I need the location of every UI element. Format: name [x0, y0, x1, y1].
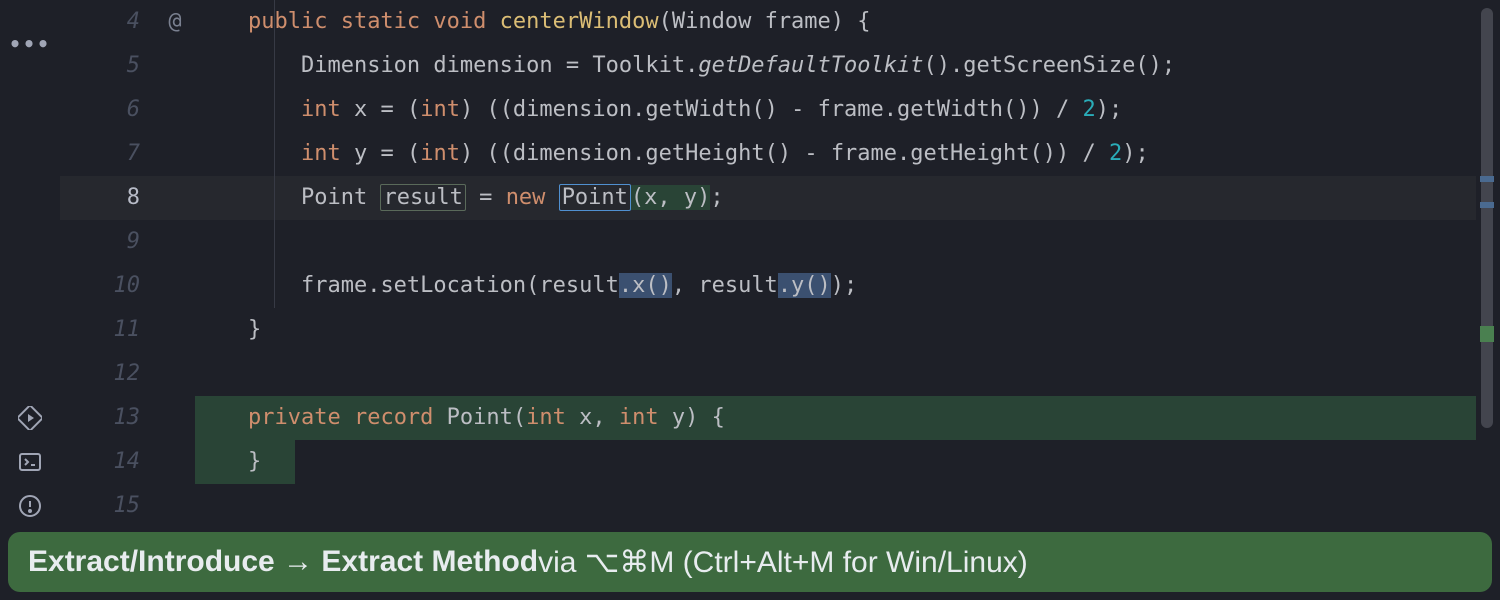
hint-shortcut: via ⌥⌘M (Ctrl+Alt+M for Win/Linux): [538, 545, 1028, 580]
code-line-14[interactable]: }: [195, 440, 1476, 484]
line-num-15[interactable]: 15: [60, 484, 160, 528]
run-icon[interactable]: [16, 404, 44, 432]
selection: .y(): [778, 273, 831, 298]
selection: .x(): [619, 273, 672, 298]
line-num-4[interactable]: 4: [60, 0, 160, 44]
hint-action: Extract/Introduce → Extract Method: [28, 545, 538, 579]
code-line-11[interactable]: }: [195, 308, 1476, 352]
scrollbar-marker[interactable]: [1480, 326, 1494, 342]
code-editor[interactable]: public static void centerWindow(Window f…: [195, 0, 1476, 600]
line-num-9[interactable]: 9: [60, 220, 160, 264]
line-num-11[interactable]: 11: [60, 308, 160, 352]
hint-banner: Extract/Introduce → Extract Method via ⌥…: [8, 532, 1492, 592]
left-gutter: •••: [0, 0, 60, 600]
refactor-type-box[interactable]: Point: [559, 184, 631, 211]
line-num-5[interactable]: 5: [60, 44, 160, 88]
more-icon[interactable]: •••: [16, 30, 44, 58]
code-line-8[interactable]: Point result = new Point(x, y);: [195, 176, 1476, 220]
scrollbar-marker[interactable]: [1480, 176, 1494, 182]
line-num-6[interactable]: 6: [60, 88, 160, 132]
line-number-gutter: 4 5 6 7 8 9 10 11 12 13 14 15: [60, 0, 160, 600]
line-num-10[interactable]: 10: [60, 264, 160, 308]
code-line-13[interactable]: private record Point(int x, int y) {: [195, 396, 1476, 440]
code-line-7[interactable]: int y = (int) ((dimension.getHeight() - …: [195, 132, 1476, 176]
code-line-5[interactable]: Dimension dimension = Toolkit.getDefault…: [195, 44, 1476, 88]
code-line-4[interactable]: public static void centerWindow(Window f…: [195, 0, 1476, 44]
line-num-8[interactable]: 8: [60, 176, 160, 220]
annotation-column: @: [160, 0, 190, 44]
scrollbar-thumb[interactable]: [1481, 8, 1493, 428]
code-line-6[interactable]: int x = (int) ((dimension.getWidth() - f…: [195, 88, 1476, 132]
code-line-10[interactable]: frame.setLocation(result.x(), result.y()…: [195, 264, 1476, 308]
line-num-7[interactable]: 7: [60, 132, 160, 176]
terminal-icon[interactable]: [16, 448, 44, 476]
code-line-15[interactable]: [195, 484, 1476, 528]
refactor-var-box[interactable]: result: [380, 184, 465, 211]
scrollbar-marker[interactable]: [1480, 202, 1494, 208]
code-line-12[interactable]: [195, 352, 1476, 396]
code-line-9[interactable]: [195, 220, 1476, 264]
line-num-14[interactable]: 14: [60, 440, 160, 484]
problems-icon[interactable]: [16, 492, 44, 520]
scrollbar[interactable]: [1480, 6, 1494, 436]
line-num-13[interactable]: 13: [60, 396, 160, 440]
line-num-12[interactable]: 12: [60, 352, 160, 396]
annotation-at: @: [160, 0, 190, 44]
